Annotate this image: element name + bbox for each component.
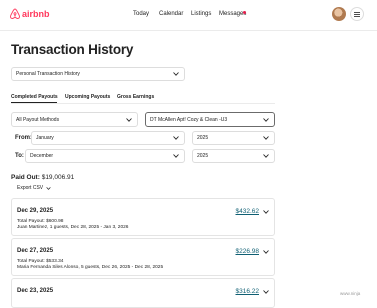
payout-details: Juan Martinez, 1 guests, Dec 28, 2025 - … — [17, 225, 129, 230]
from-month-select[interactable]: January — [31, 131, 185, 145]
chevron-down-icon — [46, 186, 51, 190]
export-csv-label: Export CSV — [17, 185, 44, 191]
chevron-down-icon[interactable] — [263, 210, 269, 214]
airbnb-logo[interactable]: airbnb — [10, 8, 50, 19]
chevron-down-icon — [263, 154, 269, 158]
to-label: To: — [15, 153, 24, 159]
to-year-value: 2025 — [197, 153, 209, 159]
export-csv-button[interactable]: Export CSV — [17, 185, 51, 191]
chevron-down-icon — [263, 117, 269, 122]
from-month-value: January — [36, 135, 54, 141]
to-month-select[interactable]: December — [25, 149, 185, 163]
menu-button[interactable] — [350, 7, 364, 21]
chevron-down-icon — [173, 72, 179, 76]
airbnb-logo-icon — [10, 8, 20, 19]
paid-out-value: $19,006.91 — [41, 174, 75, 181]
nav-today[interactable]: Today — [133, 11, 149, 17]
payout-total: Total Payout: $600.98 — [17, 219, 64, 224]
payout-date: Dec 29, 2025 — [17, 208, 54, 214]
payout-method-select[interactable]: All Payout Methods — [11, 112, 138, 127]
messages-unread-dot — [243, 11, 246, 14]
history-type-value: Personal Transaction History — [16, 71, 80, 77]
from-year-value: 2025 — [197, 135, 209, 141]
tab-upcoming-payouts[interactable]: Upcoming Payouts — [65, 94, 110, 100]
hamburger-menu-icon — [354, 11, 360, 17]
payout-card[interactable]: Dec 23, 2025 $316.22 — [11, 278, 275, 308]
payout-card[interactable]: Dec 27, 2025 $226.98 Total Payout: $533.… — [11, 238, 275, 276]
active-tab-indicator — [11, 102, 57, 103]
payout-method-value: All Payout Methods — [16, 116, 60, 123]
payout-date: Dec 27, 2025 — [17, 248, 54, 254]
avatar[interactable] — [332, 7, 346, 21]
chevron-down-icon — [263, 136, 269, 140]
top-navigation-bar: airbnb Today Calendar Listings Messages — [0, 0, 377, 31]
payout-amount-link[interactable]: $432.62 — [236, 208, 260, 215]
payout-amount-link[interactable]: $316.22 — [236, 288, 260, 295]
chevron-down-icon[interactable] — [263, 290, 269, 294]
listing-value: DT McAllen Apt! Cozy & Clean -U3 — [150, 116, 228, 123]
listing-select[interactable]: DT McAllen Apt! Cozy & Clean -U3 — [145, 112, 275, 127]
nav-listings[interactable]: Listings — [191, 11, 211, 17]
tab-completed-payouts[interactable]: Completed Payouts — [11, 94, 58, 100]
chevron-down-icon — [173, 136, 179, 140]
nav-calendar[interactable]: Calendar — [159, 11, 183, 17]
from-year-select[interactable]: 2025 — [192, 131, 275, 145]
to-month-value: December — [30, 153, 54, 159]
watermark: www.ninja — [340, 291, 361, 296]
paid-out-summary: Paid Out: $19,006.91 — [11, 174, 74, 181]
chevron-down-icon — [173, 154, 179, 158]
chevron-down-icon — [126, 117, 132, 122]
chevron-down-icon[interactable] — [263, 250, 269, 254]
payout-date: Dec 23, 2025 — [17, 288, 54, 294]
page-title: Transaction History — [11, 42, 134, 57]
payout-details: Maria Fernanda Siles Alonso, 5 guests, D… — [17, 265, 164, 270]
payout-total: Total Payout: $533.34 — [17, 259, 64, 264]
brand-name: airbnb — [22, 8, 50, 19]
payout-card[interactable]: Dec 29, 2025 $432.62 Total Payout: $600.… — [11, 198, 275, 236]
to-year-select[interactable]: 2025 — [192, 149, 275, 163]
from-label: From: — [15, 135, 32, 141]
history-type-select[interactable]: Personal Transaction History — [11, 67, 185, 81]
payout-amount-link[interactable]: $226.98 — [236, 248, 260, 255]
tab-gross-earnings[interactable]: Gross Earnings — [117, 94, 154, 100]
paid-out-label: Paid Out: — [11, 174, 40, 181]
tabs-divider — [11, 103, 275, 104]
